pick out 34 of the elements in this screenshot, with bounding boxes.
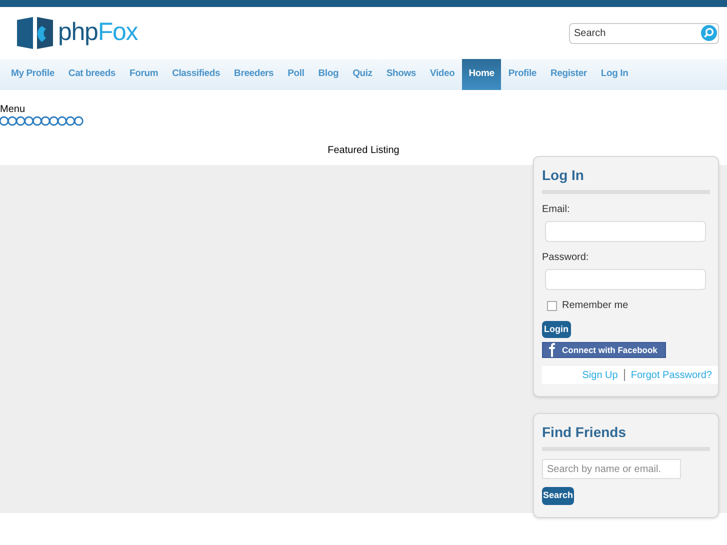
- facebook-button[interactable]: Connect with Facebook: [542, 342, 666, 358]
- nav-tab[interactable]: Poll: [280, 59, 312, 90]
- nav-tab[interactable]: Blog: [311, 59, 346, 90]
- nav-tab[interactable]: Video: [423, 59, 462, 90]
- block-title: Find Friends: [542, 422, 710, 451]
- nav-tab[interactable]: Cat breeds: [61, 59, 123, 90]
- logo-icon: [16, 16, 54, 50]
- featured-title: Featured Listing: [328, 144, 400, 158]
- password-label: Password:: [542, 251, 589, 265]
- remember-checkbox[interactable]: [547, 300, 557, 310]
- logo-text[interactable]: phpFox: [58, 14, 138, 52]
- friends-search-field[interactable]: Search by name or email.: [542, 459, 681, 479]
- nav-tab[interactable]: Profile: [501, 59, 544, 90]
- signup-link[interactable]: Sign Up: [582, 368, 618, 382]
- forgot-password-link[interactable]: Forgot Password?: [630, 368, 712, 382]
- nav-tab[interactable]: Classifieds: [165, 59, 228, 90]
- nav-tab[interactable]: Breeders: [227, 59, 281, 90]
- nav-tab[interactable]: Shows: [379, 59, 423, 90]
- login-button[interactable]: Login: [542, 321, 570, 338]
- nav-tab[interactable]: Home: [462, 59, 502, 90]
- nav-tab[interactable]: Log In: [594, 59, 636, 90]
- search-icon[interactable]: [701, 25, 717, 41]
- search-button[interactable]: Search: [542, 487, 574, 505]
- nav-tab[interactable]: Register: [543, 59, 594, 90]
- remember-label: Remember me: [562, 299, 628, 313]
- password-field[interactable]: [545, 269, 706, 290]
- nav-tab[interactable]: Quiz: [346, 59, 380, 90]
- nav-tab[interactable]: Forum: [122, 59, 166, 90]
- search-field[interactable]: Search: [569, 22, 719, 44]
- nav-tab[interactable]: My Profile: [4, 59, 62, 90]
- email-label: Email:: [542, 203, 570, 217]
- block-title: Log In: [542, 165, 710, 194]
- menu-label: Menu: [0, 104, 26, 116]
- email-field[interactable]: [545, 221, 706, 242]
